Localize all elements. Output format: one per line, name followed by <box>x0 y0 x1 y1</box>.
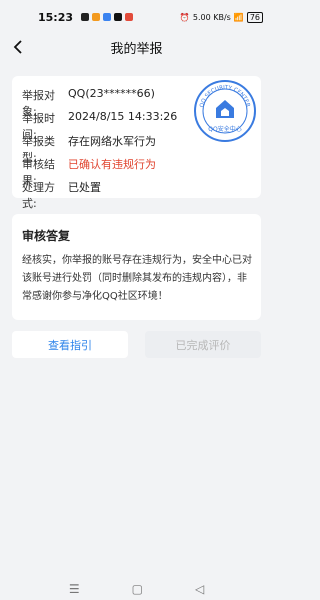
back-button[interactable] <box>8 36 28 58</box>
status-indicators: ⏰ 5.00 KB/s 📶 76 <box>179 11 263 23</box>
wifi-icon: 📶 <box>233 12 244 22</box>
reply-title: 审核答复 <box>22 229 71 243</box>
view-guide-button[interactable]: 查看指引 <box>12 331 128 358</box>
page-title: 我的举报 <box>110 41 163 57</box>
battery-level: 76 <box>249 12 260 22</box>
status-bar: 15:23 ⏰ 5.00 KB/s 📶 76 <box>0 0 273 34</box>
seal-text-cn: QQ安全中心 <box>208 125 241 133</box>
system-nav-bar: ☰ ▢ ◁ <box>0 578 273 600</box>
status-app-icons <box>81 13 134 21</box>
app-icon <box>125 13 134 21</box>
app-icon <box>81 13 90 21</box>
reply-card: 审核答复 经核实，你举报的账号存在违规行为，安全中心已对该账号进行处罚（同时删除… <box>12 214 261 320</box>
alarm-icon: ⏰ <box>179 12 190 22</box>
app-icon <box>92 13 101 21</box>
home-icon[interactable]: ▢ <box>132 582 143 596</box>
status-time: 15:23 <box>38 10 74 24</box>
app-icon <box>114 13 123 21</box>
chevron-left-icon <box>13 40 22 54</box>
reply-text: 经核实，你举报的账号存在违规行为，安全中心已对该账号进行处罚（同时删除其发布的违… <box>22 255 252 302</box>
label: 处理方式: <box>22 181 55 210</box>
nav-bar: 我的举报 <box>0 32 273 62</box>
battery-icon: 76 <box>246 11 263 23</box>
app-icon <box>103 13 112 21</box>
rated-button[interactable]: 已完成评价 <box>145 331 261 358</box>
network-speed: 5.00 KB/s <box>192 12 231 22</box>
security-seal-icon: QQ SECURITY CENTER QQ安全中心 <box>194 80 256 142</box>
value: 已处置 <box>68 181 101 194</box>
menu-icon[interactable]: ☰ <box>69 582 80 596</box>
back-icon[interactable]: ◁ <box>195 582 204 596</box>
report-row-action: 处理方式: 已处置 <box>22 179 101 211</box>
